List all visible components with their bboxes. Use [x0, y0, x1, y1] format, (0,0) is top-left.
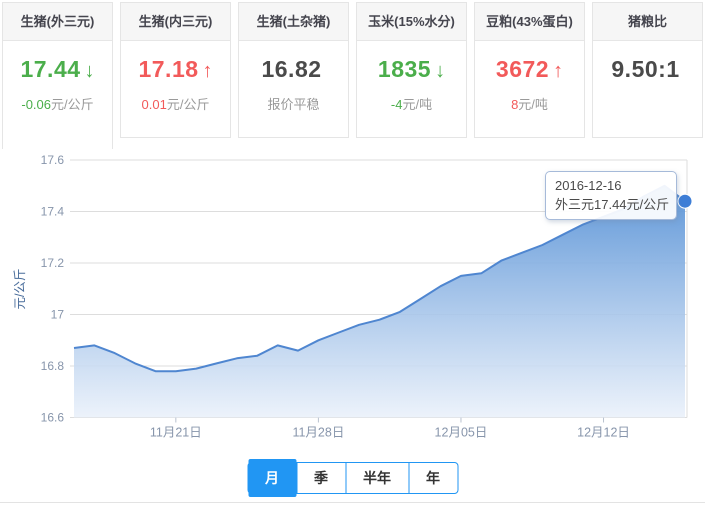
x-tick-label: 12月05日 — [435, 426, 488, 440]
x-tick-label: 11月28日 — [292, 426, 344, 440]
bottom-divider — [0, 502, 705, 503]
y-tick-label: 16.8 — [41, 359, 65, 373]
x-tick-label: 11月21日 — [150, 426, 202, 440]
pig-price-dashboard: 生猪(外三元) 17.44 ↓ -0.06元/公斤 生猪(内三元) 17.18 ↑ … — [0, 0, 705, 511]
x-tick-label: 12月12日 — [577, 426, 630, 440]
y-tick-label: 16.6 — [41, 411, 65, 425]
last-point-marker[interactable] — [677, 193, 693, 209]
y-axis-label: 元/公斤 — [13, 269, 27, 310]
y-tick-label: 17.2 — [41, 256, 65, 270]
tab-year[interactable]: 年 — [408, 463, 457, 493]
price-chart: 16.6 16.8 17 17.2 17.4 17.6 11月21日 11月28日 12月05日… — [13, 153, 693, 440]
tab-month[interactable]: 月 — [248, 459, 296, 497]
y-tick-label: 17.6 — [41, 153, 65, 167]
y-tick-label: 17 — [51, 308, 65, 322]
tab-half-year[interactable]: 半年 — [345, 463, 408, 493]
y-tick-label: 17.4 — [41, 205, 65, 219]
chart-tooltip: 2016-12-16 外三元17.44元/公斤 — [545, 171, 677, 220]
tooltip-date: 2016-12-16 — [555, 178, 622, 193]
period-tab-bar: 月 季 半年 年 — [247, 459, 458, 497]
tooltip-value: 外三元17.44元/公斤 — [555, 197, 670, 212]
tab-quarter[interactable]: 季 — [296, 463, 345, 493]
